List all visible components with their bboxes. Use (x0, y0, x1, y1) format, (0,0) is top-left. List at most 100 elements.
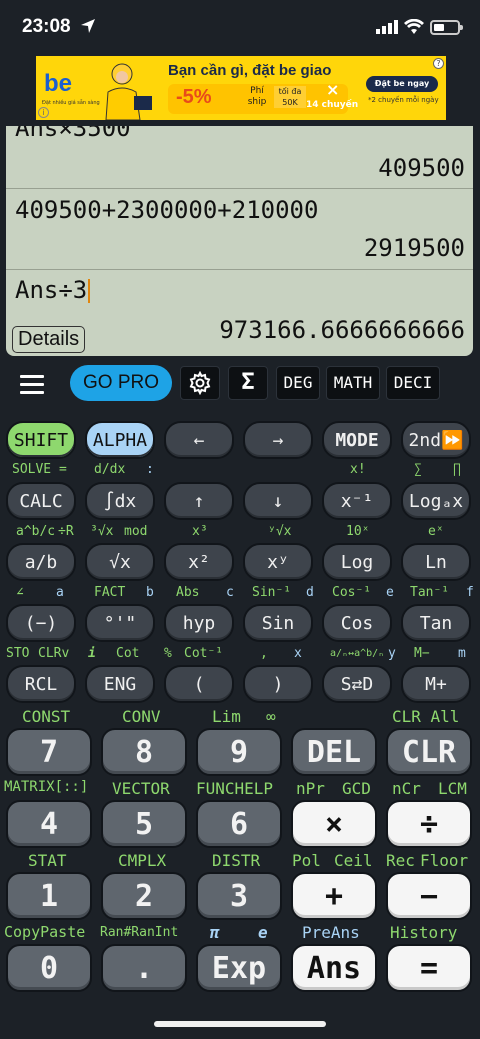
digit-6-key[interactable]: 6 (196, 800, 282, 848)
calc-key[interactable]: CALC (6, 482, 76, 520)
plus-key[interactable]: + (291, 872, 377, 920)
clock: 23:08 (22, 16, 71, 37)
ad-cta-sub: *2 chuyến mỗi ngày (368, 96, 439, 104)
multiply-key[interactable]: × (291, 800, 377, 848)
fraction-convert-label: a/ₙ↔a^b/ₙ (330, 648, 385, 659)
ad-banner[interactable]: be Đặt nhiều giá sẵn sàng Bạn cần gì, đặ… (36, 56, 446, 120)
menu-icon[interactable] (20, 375, 44, 394)
eng-key[interactable]: ENG (85, 665, 155, 703)
history-result-2: 2919500 (363, 234, 465, 262)
digit-5-key[interactable]: 5 (101, 800, 187, 848)
exp-key[interactable]: Exp (196, 944, 282, 992)
location-arrow-icon (81, 19, 95, 33)
go-pro-button[interactable]: GO PRO (70, 365, 172, 401)
fraction-key[interactable]: a/b (6, 543, 76, 581)
divider (6, 269, 473, 270)
memory-plus-key[interactable]: M+ (401, 665, 471, 703)
sto-label: STO (6, 646, 30, 661)
cursor-right-key[interactable]: → (243, 421, 313, 459)
minus-key[interactable]: − (386, 872, 472, 920)
log-key[interactable]: Log (322, 543, 392, 581)
solve-label: SOLVE = (12, 462, 67, 477)
cos-key[interactable]: Cos (322, 604, 392, 642)
divide-key[interactable]: ÷ (386, 800, 472, 848)
inverse-key[interactable]: x⁻¹ (322, 482, 392, 520)
digit-7-key[interactable]: 7 (6, 728, 92, 776)
mode-key[interactable]: MODE (322, 421, 392, 459)
digit-0-key[interactable]: 0 (6, 944, 92, 992)
limit-label: Lim (212, 707, 241, 726)
ln-key[interactable]: Ln (401, 543, 471, 581)
equals-key[interactable]: = (386, 944, 472, 992)
history-expression: Ans×3500 (15, 126, 131, 142)
digit-4-key[interactable]: 4 (6, 800, 92, 848)
abs-label: Abs (176, 585, 200, 600)
ad-info-icon[interactable]: i (38, 107, 49, 118)
cursor-left-key[interactable]: ← (164, 421, 234, 459)
sqrt-key[interactable]: √x (85, 543, 155, 581)
digit-8-key[interactable]: 8 (101, 728, 187, 776)
ans-key[interactable]: Ans (291, 944, 377, 992)
history-expression-2: 409500+2300000+210000 (15, 196, 319, 224)
cursor-down-key[interactable]: ↓ (243, 482, 313, 520)
integral-key[interactable]: ∫dx (85, 482, 155, 520)
text-cursor (88, 279, 91, 303)
home-indicator[interactable] (154, 1021, 326, 1027)
arctan-label: Tan⁻¹ (410, 585, 450, 600)
fact-label: FACT (94, 585, 126, 600)
output-mode-button[interactable]: DECI (386, 366, 440, 400)
decimal-point-key[interactable]: . (101, 944, 187, 992)
status-bar: 23:08 (0, 0, 480, 56)
infinity-label: ∞ (266, 707, 276, 726)
var-x-label: x (294, 646, 302, 661)
distr-label: DISTR (212, 851, 261, 870)
statistics-button[interactable]: Σ (228, 366, 268, 400)
gear-icon (189, 370, 211, 396)
current-input[interactable]: Ans÷3 (15, 276, 473, 304)
hyp-key[interactable]: hyp (164, 604, 234, 642)
copy-paste-label: CopyPaste (4, 923, 86, 941)
matrix-label: MATRIX[::] (4, 779, 89, 795)
shift-key[interactable]: SHIFT (6, 421, 76, 459)
input-mode-button[interactable]: MATH (326, 366, 380, 400)
delete-key[interactable]: DEL (291, 728, 377, 776)
input-text: Ans÷3 (15, 276, 88, 304)
ad-cta-button[interactable]: Đặt be ngay (366, 76, 438, 92)
cursor-up-key[interactable]: ↑ (164, 482, 234, 520)
digit-3-key[interactable]: 3 (196, 872, 282, 920)
rec-label: Rec (386, 851, 415, 870)
negate-key[interactable]: (−) (6, 604, 76, 642)
angle-mode-button[interactable]: DEG (276, 366, 320, 400)
stat-label: STAT (28, 851, 67, 870)
divider (6, 188, 473, 189)
digit-2-key[interactable]: 2 (101, 872, 187, 920)
delivery-driver-image (105, 63, 152, 120)
clear-key[interactable]: CLR (386, 728, 472, 776)
open-paren-key[interactable]: ( (164, 665, 234, 703)
degrees-key[interactable]: °'" (85, 604, 155, 642)
npr-label: nPr (296, 779, 325, 798)
settings-button[interactable] (180, 366, 220, 400)
s-to-d-key[interactable]: S⇄D (322, 665, 392, 703)
conv-label: CONV (122, 707, 161, 726)
ad-help-icon[interactable]: ? (433, 58, 444, 69)
const-label: CONST (22, 707, 71, 726)
alpha-key[interactable]: ALPHA (85, 421, 155, 459)
ad-x-mark: × (326, 80, 340, 99)
digit-1-key[interactable]: 1 (6, 872, 92, 920)
power-of-ten-label: 10ˣ (346, 524, 370, 539)
ceil-label: Ceil (334, 851, 373, 870)
calculator-display[interactable]: Ans×3500 409500 409500+2300000+210000 29… (6, 126, 473, 356)
tan-key[interactable]: Tan (401, 604, 471, 642)
digit-9-key[interactable]: 9 (196, 728, 282, 776)
ad-fee-label: Phí ship (247, 86, 267, 107)
close-paren-key[interactable]: ) (243, 665, 313, 703)
arcsin-label: Sin⁻¹ (252, 585, 292, 600)
power-key[interactable]: xʸ (243, 543, 313, 581)
sin-key[interactable]: Sin (243, 604, 313, 642)
second-function-key[interactable]: 2nd⏩ (401, 421, 471, 459)
square-key[interactable]: x² (164, 543, 234, 581)
euler-label: e (258, 923, 268, 942)
rcl-key[interactable]: RCL (6, 665, 76, 703)
log-base-key[interactable]: Logₐx (401, 482, 471, 520)
